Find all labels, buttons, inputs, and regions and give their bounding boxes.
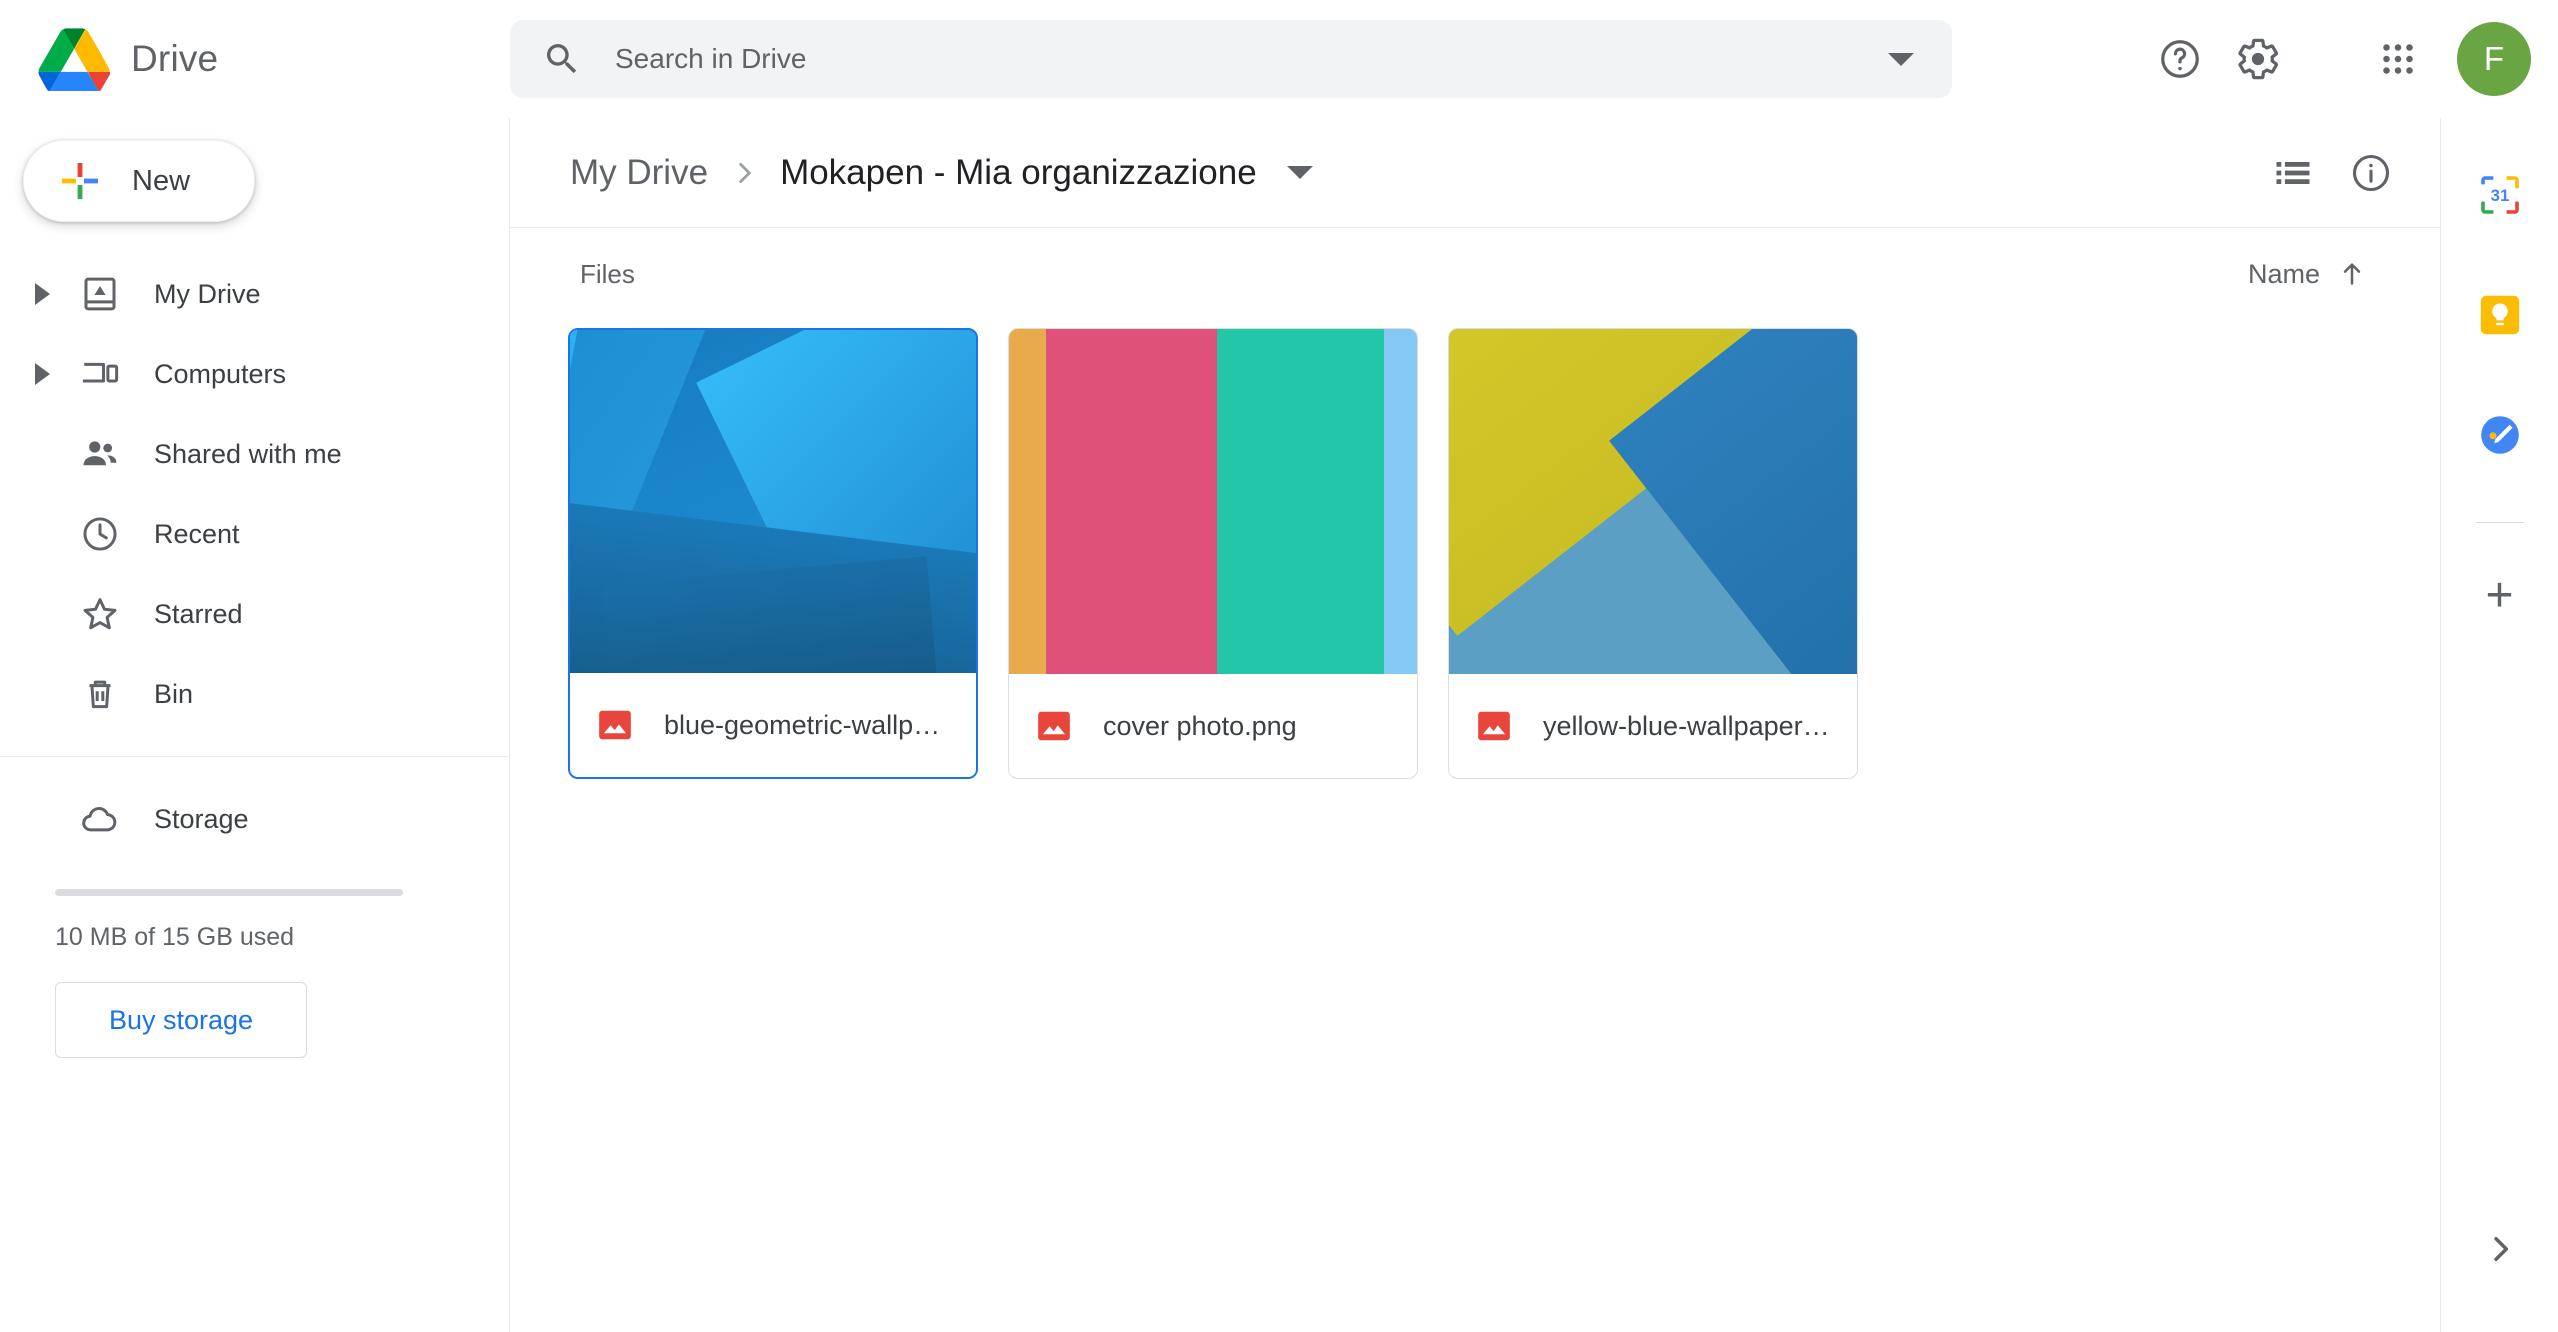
storage-usage-text: 10 MB of 15 GB used xyxy=(55,923,295,951)
file-card[interactable]: yellow-blue-wallpaper… xyxy=(1448,328,1858,779)
shared-people-icon xyxy=(72,433,128,475)
sidebar-item-storage[interactable]: Storage xyxy=(0,779,509,859)
sort-control[interactable]: Name xyxy=(2234,250,2382,298)
sidebar-item-starred[interactable]: Starred xyxy=(0,574,509,654)
google-apps-button[interactable] xyxy=(2359,20,2437,98)
brand-area[interactable]: Drive xyxy=(0,28,510,93)
image-file-icon xyxy=(1475,707,1513,745)
file-card[interactable]: cover photo.png xyxy=(1008,328,1418,779)
sidebar-item-shared-with-me[interactable]: Shared with me xyxy=(0,414,509,494)
drive-app: Drive Search in Drive F New My Drive Com… xyxy=(0,0,2558,1332)
tasks-pencil-icon xyxy=(2480,416,2519,454)
search-area xyxy=(510,20,2040,98)
sidebar-item-bin[interactable]: Bin xyxy=(0,654,509,734)
sidebar-item-my-drive[interactable]: My Drive xyxy=(0,254,509,334)
details-info-button[interactable] xyxy=(2332,134,2410,212)
rail-divider xyxy=(2475,522,2524,523)
calendar-31-icon: 31 xyxy=(2480,176,2519,214)
sidebar-item-label: My Drive xyxy=(154,278,261,309)
plus-multicolor-icon xyxy=(56,157,104,205)
file-thumbnail xyxy=(1449,329,1857,674)
search-bar[interactable] xyxy=(510,20,1952,98)
sidebar-item-label: Computers xyxy=(154,358,287,389)
sidebar-item-recent[interactable]: Recent xyxy=(0,494,509,574)
breadcrumb-bar: My Drive Mokapen - Mia organizzazione xyxy=(510,118,2440,228)
avatar[interactable]: F xyxy=(2457,22,2531,96)
breadcrumb-root[interactable]: My Drive xyxy=(560,147,718,199)
sidebar-item-label: Starred xyxy=(154,598,243,629)
top-bar: Drive Search in Drive F xyxy=(0,0,2558,118)
clock-icon xyxy=(72,513,128,555)
expand-panel-button[interactable] xyxy=(2465,1214,2535,1284)
buy-storage-button[interactable]: Buy storage xyxy=(55,982,307,1058)
expand-caret-icon[interactable] xyxy=(18,363,66,385)
add-app-button[interactable]: + xyxy=(2461,557,2539,635)
expand-caret-icon[interactable] xyxy=(18,283,66,305)
settings-button[interactable] xyxy=(2219,20,2297,98)
side-apps-rail: 31 + xyxy=(2440,118,2558,1332)
sidebar-item-label: Bin xyxy=(154,678,194,709)
google-keep-button[interactable] xyxy=(2461,276,2539,354)
keep-bulb-icon xyxy=(2480,295,2519,335)
computers-icon xyxy=(72,353,128,395)
help-circle-icon xyxy=(2161,40,2199,78)
info-circle-icon xyxy=(2352,154,2390,191)
breadcrumb-dropdown-icon[interactable] xyxy=(1286,166,1313,179)
sidebar-divider xyxy=(0,756,509,757)
search-options-icon[interactable] xyxy=(1888,52,1914,66)
new-button-label: New xyxy=(132,164,191,197)
apps-grid-icon xyxy=(2383,44,2413,74)
sidebar-item-label: Storage xyxy=(154,803,249,834)
new-button[interactable]: New xyxy=(23,140,255,222)
star-icon xyxy=(72,593,128,635)
arrow-up-icon xyxy=(2343,263,2361,285)
search-input[interactable] xyxy=(615,43,1888,75)
sidebar-item-label: Shared with me xyxy=(154,438,342,469)
sidebar: New My Drive Computers Shared with me Re… xyxy=(0,118,510,1332)
body-row: New My Drive Computers Shared with me Re… xyxy=(0,118,2558,1332)
file-card-footer: cover photo.png xyxy=(1009,674,1417,778)
storage-progress-bar[interactable] xyxy=(55,889,403,896)
files-header-row: Files Name xyxy=(560,228,2410,320)
avatar-letter: F xyxy=(2483,40,2505,77)
gear-icon xyxy=(2238,38,2279,80)
file-name: blue-geometric-wallp… xyxy=(664,709,941,740)
list-view-button[interactable] xyxy=(2254,134,2332,212)
file-card-footer: blue-geometric-wallp… xyxy=(570,673,976,777)
sidebar-item-label: Recent xyxy=(154,518,240,549)
files-grid: blue-geometric-wallp… cover photo.png ye… xyxy=(560,320,2410,779)
svg-text:31: 31 xyxy=(2490,186,2509,205)
app-title: Drive xyxy=(131,38,219,79)
trash-icon xyxy=(72,673,128,715)
list-view-icon xyxy=(2276,161,2310,184)
breadcrumb-current[interactable]: Mokapen - Mia organizzazione xyxy=(770,147,1267,199)
file-thumbnail xyxy=(1009,329,1417,674)
google-tasks-button[interactable] xyxy=(2461,396,2539,474)
file-thumbnail xyxy=(570,330,976,673)
drive-logo-icon xyxy=(38,28,111,93)
chevron-right-icon xyxy=(728,157,760,189)
plus-icon: + xyxy=(2485,569,2514,622)
help-button[interactable] xyxy=(2141,20,2219,98)
main-content: My Drive Mokapen - Mia organizzazione Fi… xyxy=(510,118,2440,1332)
image-file-icon xyxy=(1035,707,1073,745)
sidebar-item-computers[interactable]: Computers xyxy=(0,334,509,414)
my-drive-icon xyxy=(72,273,128,315)
file-card-footer: yellow-blue-wallpaper… xyxy=(1449,674,1857,778)
google-calendar-button[interactable]: 31 xyxy=(2461,156,2539,234)
files-zone: Files Name blue-geometric-wallp… cover p… xyxy=(510,228,2440,1332)
image-file-icon xyxy=(596,706,634,744)
file-card[interactable]: blue-geometric-wallp… xyxy=(568,328,978,779)
sidebar-nav-list: My Drive Computers Shared with me Recent… xyxy=(0,254,509,734)
files-section-title: Files xyxy=(580,258,635,289)
cloud-icon xyxy=(72,798,128,840)
sort-field-label: Name xyxy=(2247,258,2320,289)
file-name: cover photo.png xyxy=(1103,710,1297,741)
search-icon xyxy=(542,39,582,79)
top-bar-actions: F xyxy=(2040,20,2558,98)
chevron-right-icon xyxy=(2493,1236,2508,1262)
file-name: yellow-blue-wallpaper… xyxy=(1543,710,1830,741)
